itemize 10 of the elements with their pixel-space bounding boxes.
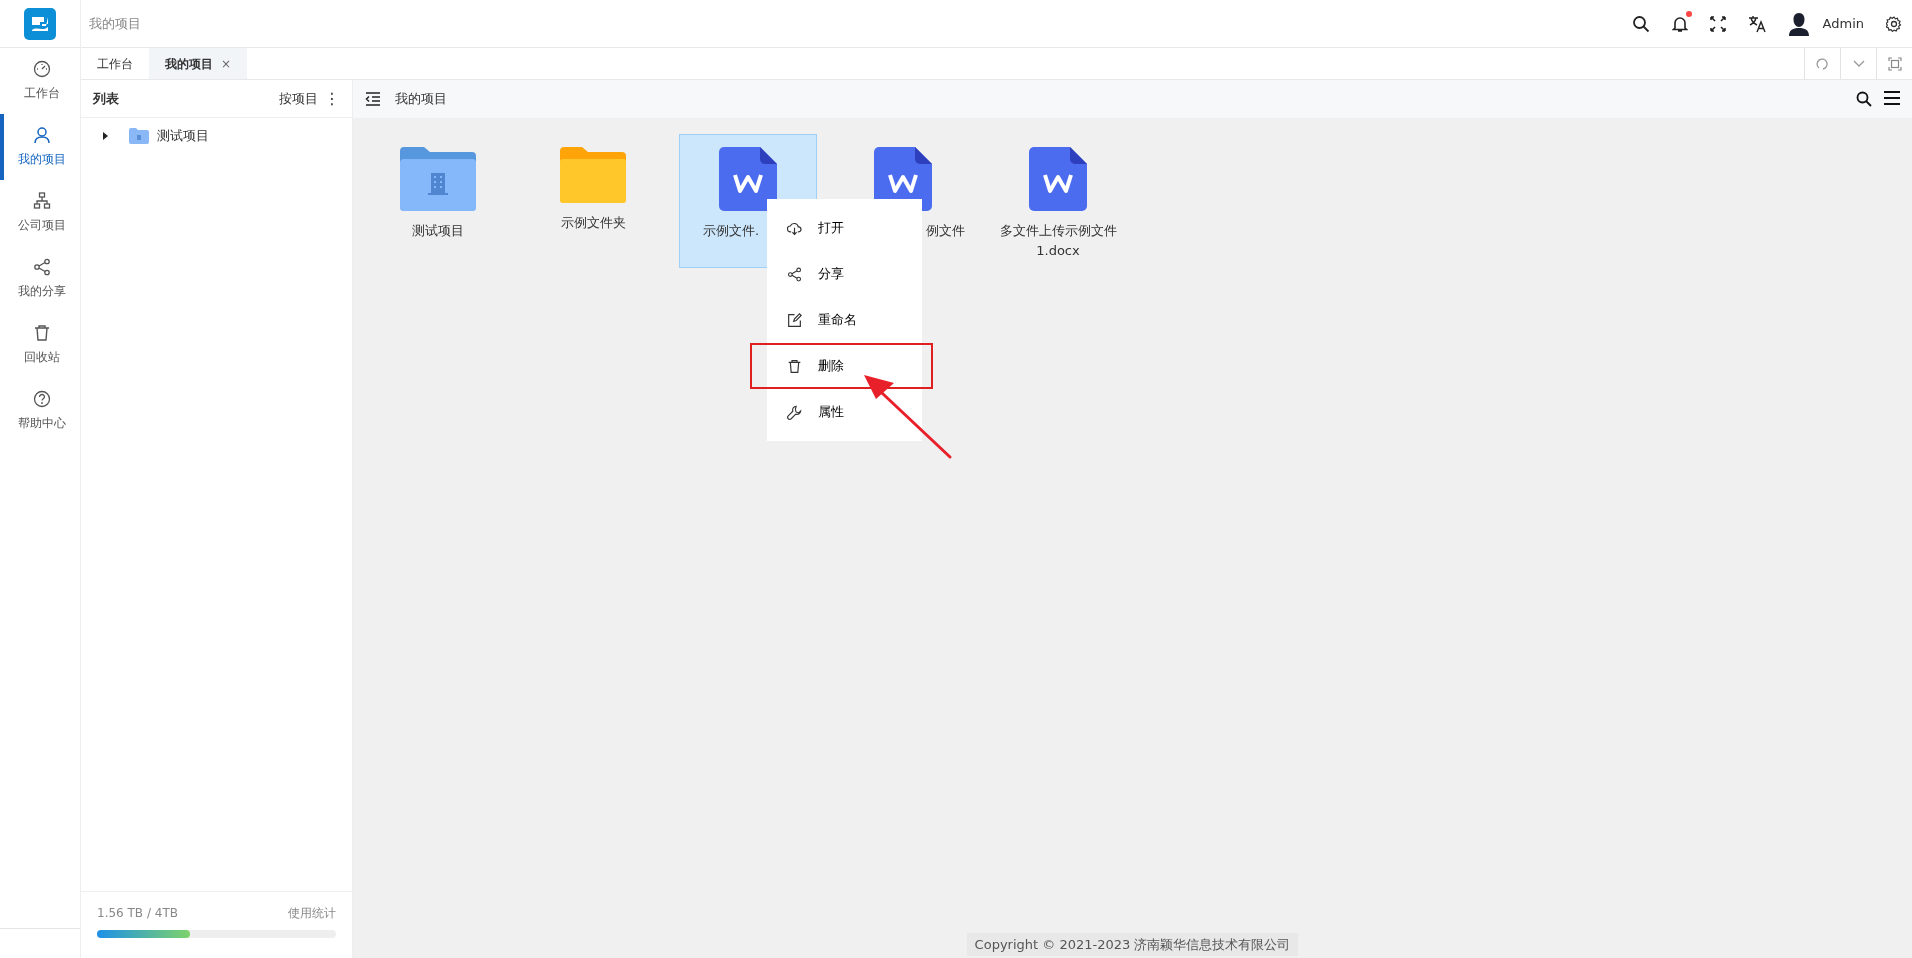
- content-title: 我的项目: [395, 90, 447, 109]
- breadcrumb: 我的项目: [89, 14, 141, 33]
- file-name: 测试项目: [412, 222, 464, 240]
- file-name: 例文件: [926, 222, 965, 240]
- panel-title: 列表: [93, 89, 119, 108]
- file-name: 多文件上传示例文件1.docx: [998, 222, 1118, 260]
- file-name: 示例文件夹: [560, 214, 626, 232]
- copyright: Copyright © 2021-2023 济南颖华信息技术有限公司: [966, 932, 1299, 956]
- file-name: 示例文件.: [703, 222, 760, 240]
- storage-usage: 1.56 TB / 4TB: [97, 905, 178, 922]
